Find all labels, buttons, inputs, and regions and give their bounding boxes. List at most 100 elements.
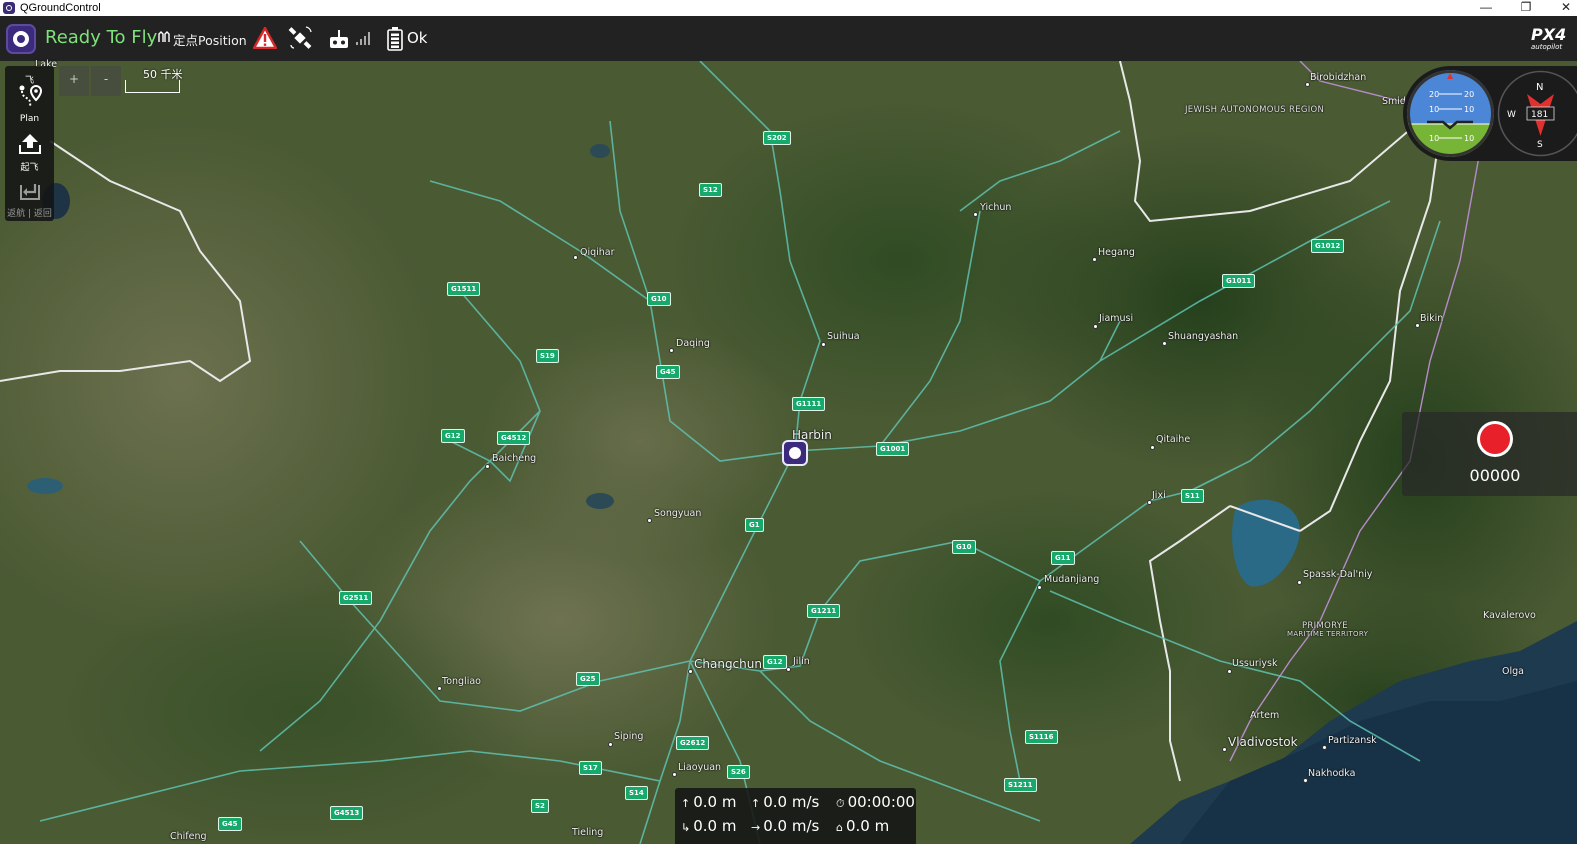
battery-icon[interactable] — [387, 27, 403, 51]
warning-icon[interactable] — [253, 27, 277, 49]
road-shield: S19 — [536, 349, 559, 363]
city-marker — [821, 342, 826, 347]
city-label: Ussuriysk — [1232, 658, 1278, 669]
vehicle-status-label[interactable]: Ready To Fly — [45, 27, 157, 48]
city-label: Yichun — [980, 202, 1012, 213]
road-shield: G25 — [576, 672, 600, 686]
road-shield: G2612 — [676, 736, 710, 750]
city-label: Birobidzhan — [1310, 72, 1367, 83]
takeoff-label: 起飞 — [20, 163, 39, 173]
plan-button[interactable]: Plan — [5, 82, 54, 124]
takeoff-icon — [18, 134, 41, 154]
compass-indicator: N W S 181 — [1497, 70, 1577, 157]
city-label: Suihua — [827, 331, 860, 342]
city-label: Kavalerovo — [1483, 610, 1536, 621]
city-marker — [786, 667, 791, 672]
road-shield: G1111 — [792, 397, 826, 411]
main-toolbar: Ready To Fly 定点Position Ok PX4 autopilot — [0, 16, 1577, 61]
window-title: QGroundControl — [20, 2, 101, 14]
city-marker — [1150, 445, 1155, 450]
city-label: Mudanjiang — [1044, 574, 1100, 585]
road-shield: S17 — [579, 761, 602, 775]
road-shield: G12 — [441, 429, 465, 443]
road-shield: S14 — [625, 786, 648, 800]
city-label: Siping — [614, 731, 644, 742]
home-distance-icon: ⌂ — [836, 821, 843, 834]
road-shield: G1012 — [1311, 239, 1345, 253]
restore-icon[interactable]: ❐ — [1506, 0, 1546, 16]
flight-time-icon: ⏱ — [836, 797, 845, 810]
city-marker — [669, 348, 674, 353]
record-button[interactable] — [1477, 421, 1513, 457]
close-icon[interactable]: ✕ — [1546, 0, 1577, 16]
pitch-label: 10 — [1464, 134, 1474, 143]
city-label: Qiqihar — [580, 247, 615, 258]
distance-value: ↳ 0.0 m — [681, 817, 737, 835]
road-shield: G10 — [647, 292, 671, 306]
city-label: Jilin — [793, 656, 810, 667]
vertical-speed-icon: ↑ — [751, 797, 761, 810]
pitch-label: 20 — [1464, 90, 1474, 99]
road-shield: G2511 — [339, 591, 373, 605]
road-shield: G45 — [218, 817, 242, 831]
gps-satellite-icon[interactable] — [287, 25, 313, 51]
city-label: Chifeng — [170, 831, 207, 842]
city-marker — [573, 255, 578, 260]
flight-mode-label[interactable]: 定点Position — [173, 30, 247, 49]
road-shield: G12 — [763, 655, 787, 669]
road-shield: S1211 — [1004, 778, 1037, 792]
city-marker — [1092, 257, 1097, 262]
compass-north-label: N — [1536, 82, 1543, 93]
rc-transmitter-icon[interactable] — [329, 29, 349, 49]
return-button[interactable]: 返航 | 返回 — [5, 178, 54, 219]
road-shield: G1511 — [447, 282, 481, 296]
qgc-logo-icon[interactable] — [6, 24, 36, 54]
flight-time-value: ⏱ 00:00:00 — [836, 793, 915, 811]
city-label: Jixi — [1152, 490, 1166, 501]
city-marker — [672, 772, 677, 777]
city-label: Hegang — [1098, 247, 1135, 258]
takeoff-button[interactable]: 起飞 — [5, 132, 54, 173]
city-label: Tieling — [572, 827, 604, 838]
compass-west-label: W — [1507, 110, 1516, 120]
city-marker — [1322, 745, 1327, 750]
city-label: Nakhodka — [1308, 768, 1356, 779]
road-shield: G11 — [1051, 551, 1075, 565]
road-shield: G1001 — [876, 442, 910, 456]
compass-south-label: S — [1537, 140, 1543, 150]
telemetry-panel[interactable]: ↑ 0.0 m ↑ 0.0 m/s ⏱ 00:00:00 ↳ 0.0 m → 0.0 m/… — [675, 788, 916, 844]
map-view[interactable]: JEWISH AUTONOMOUS REGION PRIMORYE MARITI… — [0, 59, 1577, 844]
distance-icon: ↳ — [681, 821, 691, 834]
vehicle-marker[interactable] — [782, 440, 808, 466]
altitude-icon: ↑ — [681, 797, 691, 810]
city-label: Vladivostok — [1228, 735, 1298, 749]
home-distance-value: ⌂ 0.0 m — [836, 817, 890, 835]
city-marker — [1037, 585, 1042, 590]
city-marker — [1227, 669, 1232, 674]
region-label: JEWISH AUTONOMOUS REGION — [1185, 105, 1325, 115]
minimize-icon[interactable]: — — [1466, 0, 1506, 16]
flight-mode-icon[interactable] — [158, 31, 172, 43]
horizontal-speed-icon: → — [751, 821, 761, 834]
city-marker — [608, 742, 613, 747]
horizontal-speed-value: → 0.0 m/s — [751, 817, 820, 835]
road-shield: G4512 — [497, 431, 531, 445]
plan-label: Plan — [19, 114, 40, 124]
road-shield: G1 — [745, 518, 764, 532]
road-shield: G1211 — [807, 604, 841, 618]
zoom-in-button[interactable]: + — [59, 66, 89, 96]
return-label: 返航 | 返回 — [7, 209, 52, 219]
battery-status-label[interactable]: Ok — [407, 29, 428, 47]
city-label: Tongliao — [442, 676, 481, 687]
pitch-label: 10 — [1429, 105, 1439, 114]
road-shield: G10 — [952, 540, 976, 554]
heading-readout: 181 — [1531, 110, 1548, 120]
road-shield: S202 — [763, 131, 791, 145]
city-label: Daqing — [676, 338, 710, 349]
zoom-out-button[interactable]: - — [91, 66, 121, 96]
road-shield: G45 — [656, 365, 680, 379]
city-label: Qitaihe — [1156, 434, 1191, 445]
road-shield: S12 — [699, 183, 722, 197]
city-label: Changchun — [694, 657, 762, 671]
vertical-speed-value: ↑ 0.0 m/s — [751, 793, 820, 811]
